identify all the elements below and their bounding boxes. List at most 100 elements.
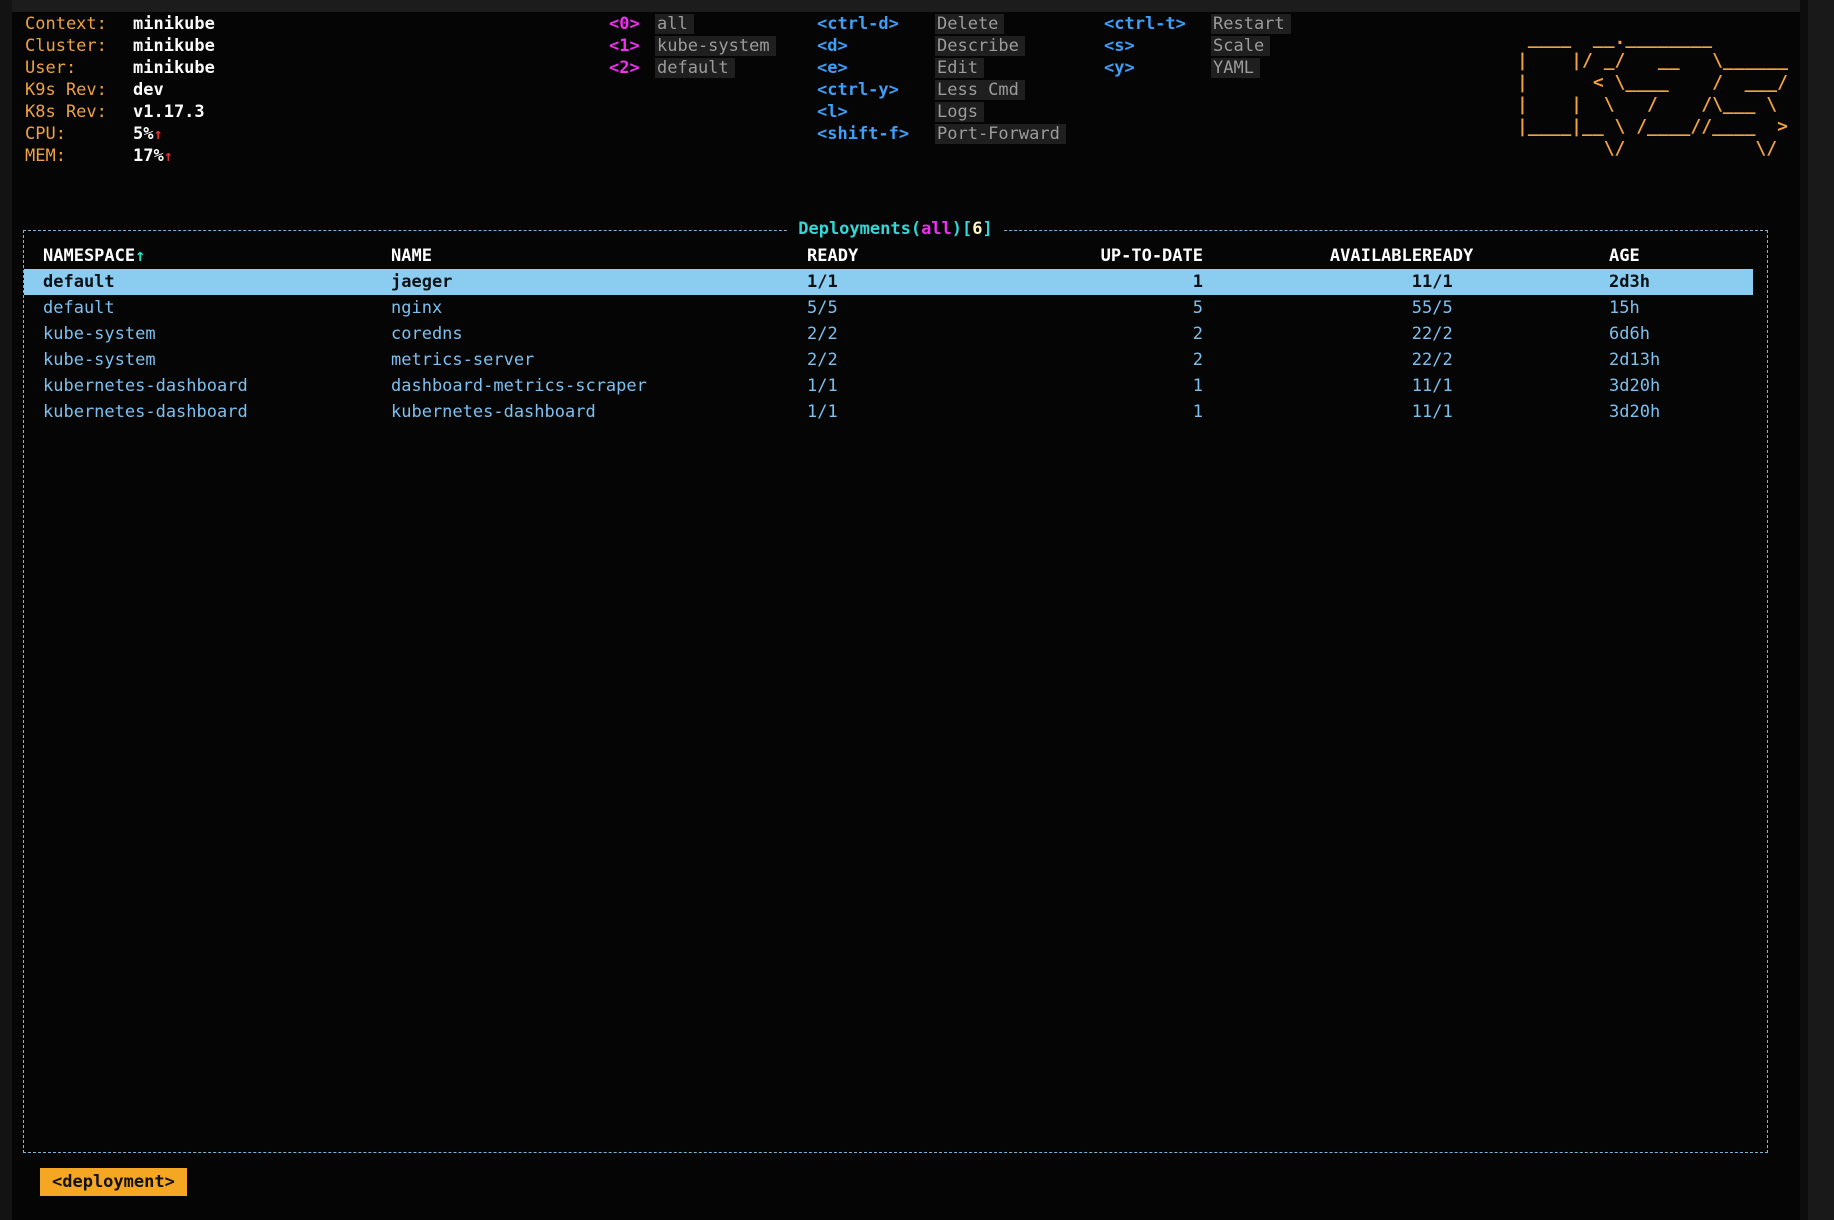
menu-item-delete: <ctrl-d>Delete (817, 13, 1066, 35)
cell-name: coredns (391, 321, 807, 347)
cell-up-to-date: 1 (1007, 269, 1203, 295)
logs-label: Logs (935, 102, 984, 122)
action-menu-col2: <ctrl-t>Restart <s>Scale <y>YAML (1104, 13, 1291, 79)
hotkey-2: <2> (609, 57, 655, 79)
k9s-logo: ____ __.________ | |/ _/ __ \______ | < … (1517, 28, 1788, 160)
menu-item-scale: <s>Scale (1104, 35, 1291, 57)
column-header-available[interactable]: AVAILABLE (1203, 243, 1422, 269)
menu-item-port-forward: <shift-f>Port-Forward (817, 123, 1066, 145)
table-row-coredns[interactable]: kube-system coredns 2/2 2 2 2/2 6d6h (24, 321, 1753, 347)
mem-up-arrow-icon: ↑ (164, 147, 173, 165)
deployments-table: Deployments(all)[6] NAMESPACE↑ NAME READ… (23, 230, 1768, 1153)
key-e: <e> (817, 57, 935, 79)
action-menu-col1: <ctrl-d>Delete <d>Describe <e>Edit <ctrl… (817, 13, 1066, 145)
cell-up-to-date: 5 (1007, 295, 1203, 321)
cell-age: 3d20h (1609, 373, 1753, 399)
cell-available: 1 (1203, 373, 1422, 399)
context-value: minikube (133, 14, 215, 34)
user-row: User:minikube (25, 57, 215, 79)
cell-age: 15h (1609, 295, 1753, 321)
cell-namespace: kubernetes-dashboard (43, 399, 391, 425)
cell-age: 2d3h (1609, 269, 1753, 295)
menu-item-describe: <d>Describe (817, 35, 1066, 57)
cell-name: dashboard-metrics-scraper (391, 373, 807, 399)
table-header-row: NAMESPACE↑ NAME READY UP-TO-DATE AVAILAB… (24, 243, 1753, 269)
column-header-ready2[interactable]: READY (1422, 243, 1609, 269)
cell-ready: 2/2 (807, 321, 1007, 347)
cell-up-to-date: 1 (1007, 373, 1203, 399)
cell-ready2: 5/5 (1422, 295, 1609, 321)
mem-row: MEM:17%↑ (25, 145, 215, 167)
window-frame-top (0, 0, 1834, 12)
key-s: <s> (1104, 35, 1211, 57)
sort-ascending-icon: ↑ (135, 246, 145, 266)
key-ctrl-y: <ctrl-y> (817, 79, 935, 101)
cell-available: 2 (1203, 321, 1422, 347)
cell-namespace: kubernetes-dashboard (43, 373, 391, 399)
namespace-hotkeys: <0>all <1>kube-system <2>default (609, 13, 776, 79)
key-shift-f: <shift-f> (817, 123, 935, 145)
title-namespace: all (921, 219, 952, 239)
table-row-jaeger[interactable]: default jaeger 1/1 1 1 1/1 2d3h (24, 269, 1753, 295)
title-bracket-close: ] (983, 219, 993, 239)
title-bracket: )[ (952, 219, 972, 239)
delete-label: Delete (935, 14, 1004, 34)
cell-available: 1 (1203, 399, 1422, 425)
cell-namespace: kube-system (43, 321, 391, 347)
table-title: Deployments(all)[6] (788, 219, 1003, 239)
cell-up-to-date: 1 (1007, 399, 1203, 425)
cell-age: 3d20h (1609, 399, 1753, 425)
cell-ready2: 2/2 (1422, 321, 1609, 347)
mem-value: 17% (133, 146, 164, 166)
cell-ready2: 1/1 (1422, 373, 1609, 399)
table-row-kubernetes-dashboard[interactable]: kubernetes-dashboard kubernetes-dashboar… (24, 399, 1753, 425)
k9s-rev-row: K9s Rev:dev (25, 79, 215, 101)
cell-available: 1 (1203, 269, 1422, 295)
hotkey-0: <0> (609, 13, 655, 35)
column-header-name[interactable]: NAME (391, 243, 807, 269)
yaml-label: YAML (1211, 58, 1260, 78)
cell-name: nginx (391, 295, 807, 321)
window-scrollbar-strip[interactable] (1800, 0, 1834, 1220)
cell-name: metrics-server (391, 347, 807, 373)
table-row-nginx[interactable]: default nginx 5/5 5 5 5/5 15h (24, 295, 1753, 321)
title-resource: Deployments( (798, 219, 921, 239)
table-row-metrics-server[interactable]: kube-system metrics-server 2/2 2 2 2/2 2… (24, 347, 1753, 373)
namespace-item-all[interactable]: <0>all (609, 13, 776, 35)
key-y: <y> (1104, 57, 1211, 79)
k8s-rev-row: K8s Rev:v1.17.3 (25, 101, 215, 123)
namespace-item-default[interactable]: <2>default (609, 57, 776, 79)
context-row: Context:minikube (25, 13, 215, 35)
menu-item-less-cmd: <ctrl-y>Less Cmd (817, 79, 1066, 101)
table-row-dashboard-metrics-scraper[interactable]: kubernetes-dashboard dashboard-metrics-s… (24, 373, 1753, 399)
column-header-up-to-date[interactable]: UP-TO-DATE (1007, 243, 1203, 269)
cell-ready: 2/2 (807, 347, 1007, 373)
key-d: <d> (817, 35, 935, 57)
cell-ready: 5/5 (807, 295, 1007, 321)
namespace-all-label: all (655, 14, 694, 34)
breadcrumb-deployment[interactable]: <deployment> (40, 1168, 187, 1196)
column-header-namespace[interactable]: NAMESPACE↑ (43, 243, 391, 269)
scale-label: Scale (1211, 36, 1270, 56)
window-frame-left (0, 0, 12, 1220)
column-header-age[interactable]: AGE (1609, 243, 1753, 269)
k8s-rev-label: K8s Rev: (25, 101, 133, 123)
user-value: minikube (133, 58, 215, 78)
cpu-label: CPU: (25, 123, 133, 145)
namespace-kube-system-label: kube-system (655, 36, 776, 56)
cpu-value: 5% (133, 124, 153, 144)
cpu-up-arrow-icon: ↑ (153, 125, 162, 143)
menu-item-logs: <l>Logs (817, 101, 1066, 123)
k9s-rev-label: K9s Rev: (25, 79, 133, 101)
namespace-item-kube-system[interactable]: <1>kube-system (609, 35, 776, 57)
hotkey-1: <1> (609, 35, 655, 57)
cell-ready: 1/1 (807, 399, 1007, 425)
column-header-ready[interactable]: READY (807, 243, 1007, 269)
context-label: Context: (25, 13, 133, 35)
menu-item-edit: <e>Edit (817, 57, 1066, 79)
k9s-rev-value: dev (133, 80, 164, 100)
key-ctrl-t: <ctrl-t> (1104, 13, 1211, 35)
cell-up-to-date: 2 (1007, 347, 1203, 373)
user-label: User: (25, 57, 133, 79)
port-forward-label: Port-Forward (935, 124, 1066, 144)
